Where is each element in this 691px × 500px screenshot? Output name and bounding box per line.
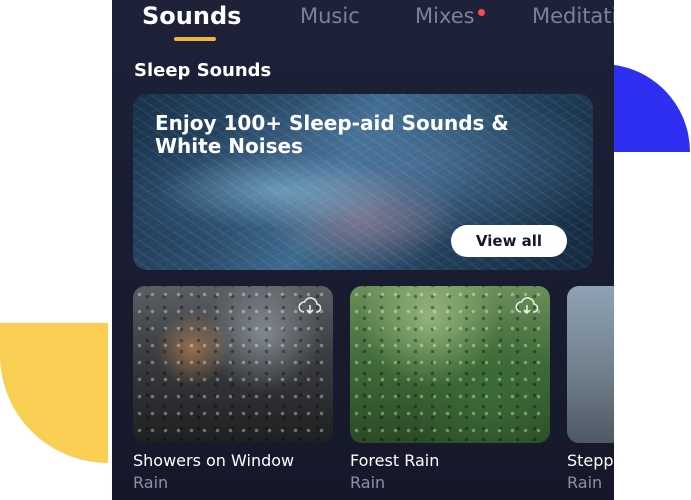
card-image	[133, 286, 333, 443]
sound-card-stepp[interactable]: Stepp Rain	[567, 286, 614, 492]
decorative-yellow-shape	[0, 323, 108, 463]
sound-card-showers-on-window[interactable]: Showers on Window Rain	[133, 286, 333, 492]
card-image	[350, 286, 550, 443]
card-subtitle: Rain	[567, 473, 603, 492]
card-title: Stepp	[567, 451, 614, 470]
card-image	[567, 286, 614, 443]
promo-banner[interactable]: Enjoy 100+ Sleep-aid Sounds & White Nois…	[133, 94, 593, 270]
tab-mixes[interactable]: Mixes	[415, 4, 475, 28]
section-title: Sleep Sounds	[134, 60, 272, 81]
tab-sounds[interactable]: Sounds	[142, 2, 241, 30]
cloud-download-icon[interactable]	[297, 296, 323, 316]
card-subtitle: Rain	[133, 473, 169, 492]
tab-bar: Sounds Music Mixes Meditati	[112, 0, 614, 45]
card-title: Forest Rain	[350, 451, 440, 470]
active-tab-indicator	[174, 37, 216, 41]
view-all-button[interactable]: View all	[451, 225, 567, 257]
cloud-download-icon[interactable]	[514, 296, 540, 316]
tab-music[interactable]: Music	[300, 4, 360, 28]
card-title: Showers on Window	[133, 451, 295, 470]
tab-meditation[interactable]: Meditati	[532, 4, 614, 28]
app-screen: Sounds Music Mixes Meditati Sleep Sounds…	[112, 0, 614, 500]
new-badge-dot	[478, 9, 485, 16]
card-subtitle: Rain	[350, 473, 386, 492]
banner-title: Enjoy 100+ Sleep-aid Sounds & White Nois…	[155, 111, 509, 158]
sound-card-forest-rain[interactable]: Forest Rain Rain	[350, 286, 550, 492]
